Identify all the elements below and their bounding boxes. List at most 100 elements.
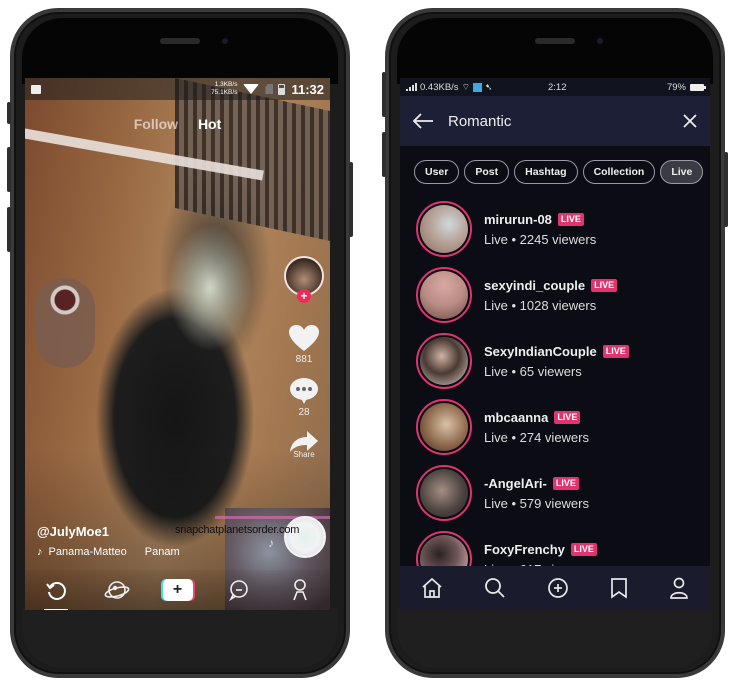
home-icon[interactable] xyxy=(421,577,443,599)
live-badge: LIVE xyxy=(602,344,629,358)
filter-chip-hashtag[interactable]: Hashtag xyxy=(514,160,578,184)
avatar[interactable] xyxy=(416,465,472,521)
arrow-left-icon[interactable] xyxy=(412,113,434,129)
music-disc-button[interactable] xyxy=(284,516,326,558)
search-icon[interactable] xyxy=(484,577,506,599)
list-item[interactable]: -AngelAri- LIVE Live • 579 viewers xyxy=(416,460,710,526)
viewer-count: Live • 579 viewers xyxy=(484,495,589,511)
clear-search-button[interactable] xyxy=(682,113,698,129)
username: mbcaanna xyxy=(484,409,549,425)
avatar[interactable] xyxy=(416,399,472,455)
front-camera xyxy=(222,38,228,44)
live-results-list: mirurun-08 LIVE Live • 2245 viewers sexyi… xyxy=(416,196,710,592)
network-speed: 0.43KB/s xyxy=(420,81,459,93)
status-bar: 1.3KB/s 75.1KB/s 11:32 xyxy=(25,78,330,100)
active-tab-indicator xyxy=(43,609,68,610)
battery-icon xyxy=(690,83,706,91)
music-note-icon: ♪ xyxy=(268,536,274,550)
live-badge: LIVE xyxy=(552,476,579,490)
background-decoration xyxy=(35,278,95,368)
follow-plus-icon[interactable]: + xyxy=(297,289,311,303)
phone-top-bezel xyxy=(397,18,713,84)
avatar[interactable] xyxy=(416,333,472,389)
search-results-screen: 0.43KB/s ⌔ ➷ 2:12 79% Romantic User Post… xyxy=(400,78,710,610)
nav-messages[interactable] xyxy=(224,575,254,605)
photo-icon xyxy=(31,84,41,94)
creator-handle[interactable]: @JulyMoe1 xyxy=(37,524,180,539)
nav-create[interactable]: + xyxy=(162,575,193,605)
nav-home-refresh[interactable] xyxy=(41,575,71,610)
volume-up-button xyxy=(7,147,11,192)
username: sexyindi_couple xyxy=(484,277,586,293)
list-item[interactable]: mbcaanna LIVE Live • 274 viewers xyxy=(416,394,710,460)
back-button[interactable] xyxy=(412,113,434,129)
wifi-icon xyxy=(243,84,260,94)
signal-icon xyxy=(406,83,417,91)
avatar[interactable] xyxy=(416,267,472,323)
watermark: snapchatplanetsorder.com xyxy=(175,524,300,536)
earpiece-speaker xyxy=(160,38,200,44)
video-caption: @JulyMoe1 ♪ Panama-Matteo Panam xyxy=(37,524,180,558)
volume-up-button xyxy=(382,72,386,117)
video-feed-screen[interactable]: 1.3KB/s 75.1KB/s 11:32 Follow Hot + 881 xyxy=(25,78,330,610)
refresh-icon[interactable] xyxy=(45,579,67,601)
search-filter-chips: User Post Hashtag Collection Live xyxy=(414,160,704,184)
clock: 2:12 xyxy=(548,81,567,93)
live-badge: LIVE xyxy=(570,542,597,556)
comment-button[interactable]: 28 xyxy=(289,377,319,418)
viewer-count: Live • 1028 viewers xyxy=(484,297,597,313)
upload-speed: 1.3KB/s xyxy=(214,81,238,88)
live-badge: LIVE xyxy=(591,278,618,292)
share-button[interactable]: Share xyxy=(289,430,319,459)
phone-top-bezel xyxy=(22,18,338,84)
bird-notification-icon: ➷ xyxy=(485,81,493,92)
volume-down-button xyxy=(7,207,11,252)
power-button xyxy=(349,162,353,237)
network-speed: 1.3KB/s 75.1KB/s xyxy=(211,81,237,97)
list-item[interactable]: SexyIndianCouple LIVE Live • 65 viewers xyxy=(416,328,710,394)
live-badge: LIVE xyxy=(557,212,584,226)
front-camera xyxy=(597,38,603,44)
filter-chip-user[interactable]: User xyxy=(414,160,460,184)
bookmark-icon[interactable] xyxy=(610,577,628,599)
search-input[interactable]: Romantic xyxy=(448,113,682,130)
app-notification-icon xyxy=(473,82,483,92)
sim-icon xyxy=(265,84,274,94)
download-speed: 75.1KB/s xyxy=(211,89,238,96)
add-circle-icon[interactable] xyxy=(547,577,569,599)
filter-chip-collection[interactable]: Collection xyxy=(582,160,656,184)
tab-follow[interactable]: Follow xyxy=(134,116,178,132)
phone-bottom-bezel xyxy=(22,608,338,668)
username: SexyIndianCouple xyxy=(484,343,597,359)
heart-icon[interactable] xyxy=(288,324,320,352)
earpiece-speaker xyxy=(535,38,575,44)
filter-chip-post[interactable]: Post xyxy=(464,160,510,184)
comment-bubble-icon[interactable] xyxy=(289,377,319,405)
nav-profile[interactable] xyxy=(285,575,315,605)
avatar[interactable] xyxy=(416,201,472,257)
nav-discover[interactable] xyxy=(102,575,132,605)
create-plus-icon[interactable]: + xyxy=(162,579,193,601)
music-info[interactable]: ♪ Panama-Matteo Panam xyxy=(37,546,180,558)
music-title-scroll: Panam xyxy=(144,546,180,558)
like-button[interactable]: 881 xyxy=(288,324,320,365)
planet-icon[interactable] xyxy=(104,579,130,601)
power-button xyxy=(724,152,728,227)
profile-icon[interactable] xyxy=(290,578,310,602)
creator-avatar-button[interactable]: + xyxy=(284,256,324,303)
viewer-count: Live • 2245 viewers xyxy=(484,231,597,247)
chat-icon[interactable] xyxy=(228,579,250,601)
close-icon[interactable] xyxy=(682,113,698,129)
filter-chip-live[interactable]: Live xyxy=(660,160,704,184)
viewer-count: Live • 274 viewers xyxy=(484,429,589,445)
like-count: 881 xyxy=(295,354,313,365)
volume-down-button xyxy=(382,132,386,177)
comment-count: 28 xyxy=(298,407,310,418)
profile-icon[interactable] xyxy=(669,577,689,599)
username: FoxyFrenchy xyxy=(484,541,565,557)
list-item[interactable]: mirurun-08 LIVE Live • 2245 viewers xyxy=(416,196,710,262)
bottom-navigation xyxy=(400,566,710,610)
list-item[interactable]: sexyindi_couple LIVE Live • 1028 viewers xyxy=(416,262,710,328)
action-rail: + 881 28 Share xyxy=(282,256,326,471)
tab-hot[interactable]: Hot xyxy=(198,116,221,132)
